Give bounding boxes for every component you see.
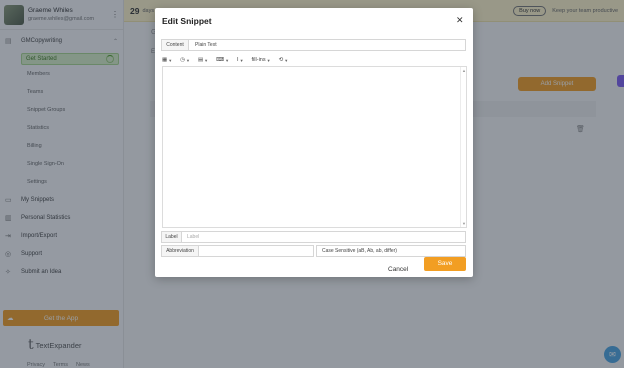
- content-type-row: Content Plain Text: [161, 39, 466, 51]
- caret-down-icon: ▼: [185, 57, 190, 63]
- calendar-icon: ▦: [162, 57, 168, 63]
- caret-down-icon: ▼: [225, 57, 230, 63]
- clipboard-icon: ▤: [197, 57, 204, 63]
- cancel-button[interactable]: Cancel: [388, 266, 408, 273]
- case-sensitivity-select[interactable]: Case Sensitive (aB, Ab, ab, differ): [316, 245, 466, 257]
- label-row: Label Label: [161, 231, 466, 243]
- script-tool[interactable]: ⟲ ▼: [279, 57, 289, 63]
- content-type-select[interactable]: Plain Text: [189, 40, 217, 50]
- label-tag: Label: [162, 232, 182, 242]
- time-tool[interactable]: ◷ ▼: [180, 57, 190, 63]
- content-label: Content: [162, 40, 189, 50]
- text-cursor-icon: I: [237, 57, 239, 63]
- scroll-up-icon[interactable]: ▲: [462, 68, 466, 73]
- close-icon[interactable]: ✕: [456, 15, 464, 26]
- keyboard-icon: ⌨: [216, 57, 225, 63]
- caret-down-icon: ▼: [266, 57, 271, 63]
- editor-toolbar: ▦ ▼ ◷ ▼ ▤ ▼ ⌨ ▼ I ▼ fill-ins ▼ ⟲ ▼: [162, 55, 466, 65]
- editor-scrollbar[interactable]: ▲ ▼: [460, 67, 466, 227]
- caret-down-icon: ▼: [284, 57, 289, 63]
- keyboard-tool[interactable]: ⌨ ▼: [216, 57, 229, 63]
- caret-down-icon: ▼: [239, 57, 244, 63]
- caret-down-icon: ▼: [204, 57, 209, 63]
- caret-down-icon: ▼: [168, 57, 173, 63]
- label-input[interactable]: Label: [182, 232, 199, 242]
- dialog-title: Edit Snippet: [162, 16, 212, 26]
- clock-icon: ◷: [180, 57, 185, 63]
- cursor-tool[interactable]: I ▼: [237, 57, 244, 63]
- save-button[interactable]: Save: [424, 257, 466, 271]
- date-tool[interactable]: ▦ ▼: [162, 57, 172, 63]
- edit-snippet-dialog: Edit Snippet ✕ Content Plain Text ▦ ▼ ◷ ▼ …: [155, 8, 473, 277]
- clipboard-tool[interactable]: ▤ ▼: [198, 57, 208, 63]
- scroll-down-icon[interactable]: ▼: [462, 221, 466, 226]
- snippet-content-editor[interactable]: ▲ ▼: [162, 66, 467, 228]
- fill-ins-tool[interactable]: fill-ins ▼: [252, 57, 271, 63]
- abbreviation-row: Abbreviation: [161, 245, 314, 257]
- script-icon: ⟲: [278, 57, 284, 63]
- abbreviation-tag: Abbreviation: [162, 246, 199, 256]
